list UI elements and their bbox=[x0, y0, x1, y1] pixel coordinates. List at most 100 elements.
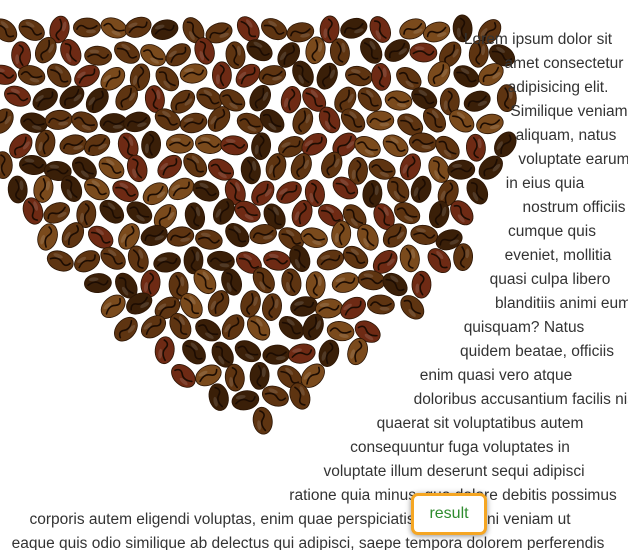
coffee-bean bbox=[318, 339, 340, 367]
coffee-bean bbox=[466, 177, 489, 205]
coffee-bean bbox=[354, 320, 381, 343]
coffee-bean bbox=[168, 271, 189, 300]
coffee-bean bbox=[165, 133, 194, 154]
coffee-bean bbox=[124, 16, 152, 38]
coffee-bean bbox=[236, 112, 264, 135]
coffee-bean bbox=[0, 151, 13, 179]
coffee-bean bbox=[112, 180, 139, 203]
coffee-bean bbox=[182, 17, 205, 44]
coffee-bean bbox=[211, 341, 234, 368]
coffee-bean bbox=[151, 19, 179, 40]
coffee-bean bbox=[384, 39, 410, 62]
coffee-bean bbox=[372, 250, 398, 274]
coffee-bean bbox=[140, 315, 167, 339]
coffee-bean bbox=[478, 63, 504, 86]
coffee-bean bbox=[300, 363, 325, 388]
coffee-bean bbox=[258, 65, 287, 86]
coffee-bean bbox=[166, 226, 195, 247]
coffee-bean bbox=[126, 154, 148, 183]
coffee-bean bbox=[184, 202, 206, 230]
coffee-bean bbox=[183, 246, 204, 275]
coffee-bean bbox=[342, 245, 369, 269]
coffee-bean bbox=[207, 158, 235, 181]
coffee-bean bbox=[277, 365, 303, 389]
coffee-bean bbox=[435, 135, 460, 160]
coffee-bean bbox=[221, 314, 245, 340]
text-line: quisquam? Natus bbox=[463, 319, 585, 336]
coffee-bean bbox=[427, 248, 452, 274]
coffee-bean bbox=[194, 37, 215, 65]
coffee-bean bbox=[165, 43, 191, 67]
coffee-bean bbox=[195, 133, 223, 154]
coffee-bean bbox=[315, 298, 343, 319]
coffee-bean bbox=[168, 177, 195, 201]
coffee-bean bbox=[0, 108, 14, 134]
coffee-bean bbox=[154, 108, 181, 131]
coffee-bean bbox=[192, 180, 220, 202]
coffee-bean bbox=[11, 41, 32, 70]
coffee-bean bbox=[170, 89, 196, 114]
coffee-bean bbox=[362, 180, 383, 208]
coffee-bean bbox=[428, 156, 450, 183]
coffee-bean bbox=[331, 272, 360, 293]
coffee-bean bbox=[234, 200, 261, 223]
coffee-bean bbox=[195, 229, 223, 250]
coffee-bean bbox=[478, 155, 503, 180]
text-line: blanditiis animi eum bbox=[494, 295, 628, 312]
coffee-bean bbox=[276, 181, 302, 204]
text-line: cumque quis bbox=[508, 223, 596, 240]
coffee-bean bbox=[342, 204, 367, 229]
coffee-bean bbox=[207, 106, 231, 132]
coffee-bean bbox=[221, 268, 243, 296]
coffee-bean bbox=[71, 111, 98, 133]
coffee-bean bbox=[208, 383, 229, 411]
coffee-bean bbox=[235, 251, 262, 274]
coffee-bean bbox=[347, 337, 368, 366]
coffee-bean bbox=[305, 36, 326, 65]
coffee-bean bbox=[114, 316, 138, 342]
coffee-bean bbox=[289, 245, 311, 272]
coffee-bean bbox=[88, 225, 114, 249]
coffee-bean bbox=[212, 198, 235, 225]
text-line: adipisicing elit. bbox=[507, 79, 609, 96]
coffee-bean bbox=[410, 224, 438, 245]
coffee-bean bbox=[463, 90, 491, 112]
coffee-bean bbox=[153, 204, 177, 230]
result-button[interactable]: result bbox=[411, 493, 487, 535]
coffee-bean bbox=[428, 200, 450, 229]
coffee-bean bbox=[183, 152, 208, 178]
coffee-bean bbox=[224, 363, 245, 392]
coffee-bean bbox=[357, 224, 379, 251]
coffee-bean bbox=[288, 343, 316, 364]
text-line: corporis autem eligendi voluptas, enim q… bbox=[29, 511, 571, 528]
coffee-bean bbox=[259, 109, 285, 133]
coffee-bean bbox=[9, 133, 33, 159]
coffee-bean bbox=[225, 223, 250, 248]
coffee-bean bbox=[326, 321, 355, 342]
coffee-bean bbox=[251, 180, 275, 206]
coffee-bean bbox=[140, 44, 167, 67]
coffee-bean bbox=[44, 109, 73, 130]
coffee-bean bbox=[207, 250, 235, 271]
coffee-bean bbox=[247, 315, 271, 341]
coffee-bean bbox=[249, 362, 270, 390]
coffee-bean bbox=[290, 296, 318, 317]
coffee-bean bbox=[84, 45, 112, 66]
coffee-bean bbox=[427, 61, 451, 87]
coffee-bean bbox=[382, 134, 409, 158]
coffee-bean bbox=[465, 133, 486, 162]
coffee-bean bbox=[153, 252, 181, 273]
coffee-bean bbox=[318, 106, 341, 134]
coffee-bean bbox=[182, 339, 206, 365]
coffee-bean bbox=[399, 153, 421, 181]
coffee-bean bbox=[7, 175, 28, 204]
coffee-bean bbox=[20, 112, 48, 133]
text-line: in eius quia bbox=[505, 175, 585, 192]
coffee-bean bbox=[246, 39, 273, 62]
coffee-bean bbox=[84, 134, 111, 156]
coffee-bean bbox=[252, 267, 275, 294]
coffee-bean bbox=[117, 132, 139, 160]
text-line: quaerat sit voluptatibus autem bbox=[376, 415, 584, 432]
coffee-bean bbox=[302, 313, 324, 341]
coffee-bean bbox=[73, 17, 101, 38]
